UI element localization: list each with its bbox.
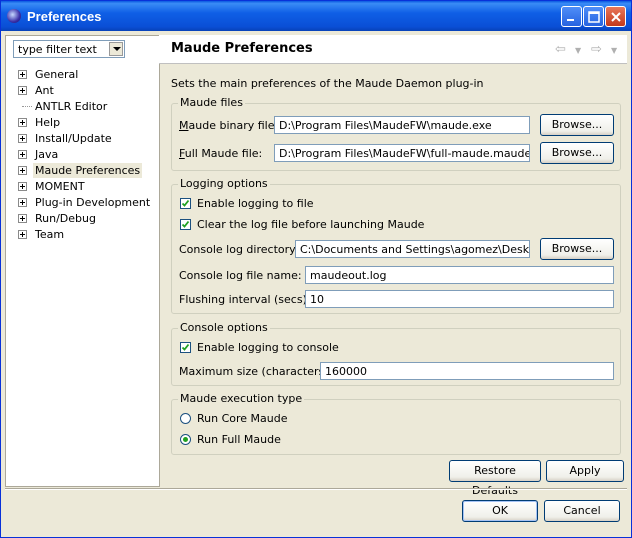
tree-connector xyxy=(22,106,32,107)
flushing-interval-input[interactable]: 10 xyxy=(305,290,614,308)
expand-plus-icon[interactable] xyxy=(18,118,27,127)
browse-full-maude-button[interactable]: Browse... xyxy=(540,142,614,164)
browse-binary-button[interactable]: Browse... xyxy=(540,114,614,136)
window-title: Preferences xyxy=(27,9,102,24)
run-full-maude-label[interactable]: Run Full Maude xyxy=(197,433,281,446)
maximize-icon xyxy=(588,11,600,23)
log-directory-input[interactable]: C:\Documents and Settings\agomez\Desktop xyxy=(295,240,530,258)
forward-arrow-icon[interactable]: ⇨ xyxy=(591,42,602,57)
close-icon xyxy=(611,12,621,22)
run-core-maude-radio[interactable] xyxy=(180,413,191,424)
log-directory-label: Console log directory: xyxy=(179,243,299,256)
page-description: Sets the main preferences of the Maude D… xyxy=(171,77,484,90)
checkmark-icon xyxy=(181,220,190,228)
dialog-separator xyxy=(5,488,627,490)
tree-item-label[interactable]: Java xyxy=(33,147,60,162)
flushing-interval-label: Flushing interval (secs): xyxy=(179,293,311,306)
chevron-down-icon[interactable] xyxy=(109,42,123,56)
eclipse-icon xyxy=(7,9,21,23)
title-bar[interactable]: Preferences xyxy=(1,1,631,31)
console-options-group: Console options Enable logging to consol… xyxy=(171,321,621,386)
tree-item-label[interactable]: General xyxy=(33,67,80,82)
filter-combo[interactable]: type filter text xyxy=(13,40,125,58)
forward-dropdown-icon[interactable]: ▼ xyxy=(611,46,617,55)
run-core-maude-label[interactable]: Run Core Maude xyxy=(197,412,288,425)
maximum-size-input[interactable]: 160000 xyxy=(320,362,614,380)
expand-plus-icon[interactable] xyxy=(18,214,27,223)
logging-options-group: Logging options Enable logging to file C… xyxy=(171,177,621,314)
tree-item-label[interactable]: Run/Debug xyxy=(33,211,98,226)
full-maude-file-label: Full Maude file: xyxy=(179,147,263,160)
binary-file-label: Maude binary file: xyxy=(179,119,279,132)
page-title: Maude Preferences xyxy=(171,41,313,56)
tree-item-label[interactable]: Plug-in Development xyxy=(33,195,152,210)
expand-plus-icon[interactable] xyxy=(18,230,27,239)
execution-type-group: Maude execution type Run Core Maude Run … xyxy=(171,392,621,455)
enable-logging-console-label[interactable]: Enable logging to console xyxy=(197,341,339,354)
expand-plus-icon[interactable] xyxy=(18,166,27,175)
enable-logging-file-label[interactable]: Enable logging to file xyxy=(197,197,314,210)
enable-logging-file-checkbox[interactable] xyxy=(180,198,191,209)
expand-plus-icon[interactable] xyxy=(18,86,27,95)
execution-type-legend: Maude execution type xyxy=(178,392,305,405)
cancel-button[interactable]: Cancel xyxy=(544,500,620,522)
expand-plus-icon[interactable] xyxy=(18,134,27,143)
expand-plus-icon[interactable] xyxy=(18,70,27,79)
restore-defaults-button[interactable]: Restore Defaults xyxy=(449,460,541,497)
tree-item-label[interactable]: Ant xyxy=(33,83,56,98)
expand-plus-icon[interactable] xyxy=(18,150,27,159)
tree-item-label[interactable]: Maude Preferences xyxy=(33,163,143,178)
maximum-size-label: Maximum size (characters): xyxy=(179,365,333,378)
preferences-window: Preferences type filter text General Ant A… xyxy=(0,0,632,538)
maude-files-group: Maude files Maude binary file: D:\Progra… xyxy=(171,96,621,171)
tree-item-label[interactable]: Help xyxy=(33,115,62,130)
checkmark-icon xyxy=(181,343,190,351)
expand-plus-icon[interactable] xyxy=(18,198,27,207)
preference-page: Maude Preferences ⇦ ▼ ⇨ ▼ Sets the main … xyxy=(159,35,627,497)
binary-file-input[interactable]: D:\Program Files\MaudeFW\maude.exe xyxy=(274,116,530,134)
full-maude-file-input[interactable]: D:\Program Files\MaudeFW\full-maude.maud… xyxy=(274,144,530,162)
tree-item-label[interactable]: Install/Update xyxy=(33,131,114,146)
log-file-name-input[interactable]: maudeout.log xyxy=(305,266,614,284)
minimize-button[interactable] xyxy=(561,6,582,27)
back-arrow-icon[interactable]: ⇦ xyxy=(555,42,566,57)
tree-item-label[interactable]: Team xyxy=(33,227,66,242)
checkmark-icon xyxy=(181,199,190,207)
clear-log-checkbox[interactable] xyxy=(180,219,191,230)
page-header: Maude Preferences ⇦ ▼ ⇨ ▼ xyxy=(159,35,627,64)
filter-text[interactable]: type filter text xyxy=(18,43,97,56)
clear-log-label[interactable]: Clear the log file before launching Maud… xyxy=(197,218,424,231)
browse-log-directory-button[interactable]: Browse... xyxy=(540,238,614,260)
maude-files-legend: Maude files xyxy=(178,96,245,109)
tree-item-label[interactable]: ANTLR Editor xyxy=(33,99,109,114)
minimize-icon xyxy=(567,19,574,21)
logging-options-legend: Logging options xyxy=(178,177,270,190)
preference-tree-panel: type filter text General Ant ANTLR Editor H… xyxy=(5,35,160,487)
ok-button[interactable]: OK xyxy=(462,500,538,522)
maximize-button[interactable] xyxy=(583,6,604,27)
close-button[interactable] xyxy=(605,6,626,27)
expand-plus-icon[interactable] xyxy=(18,182,27,191)
enable-logging-console-checkbox[interactable] xyxy=(180,342,191,353)
log-file-name-label: Console log file name: xyxy=(179,269,302,282)
back-dropdown-icon[interactable]: ▼ xyxy=(575,46,581,55)
run-full-maude-radio[interactable] xyxy=(180,434,191,445)
tree-item-label[interactable]: MOMENT xyxy=(33,179,87,194)
apply-button[interactable]: Apply xyxy=(546,460,624,482)
console-options-legend: Console options xyxy=(178,321,270,334)
